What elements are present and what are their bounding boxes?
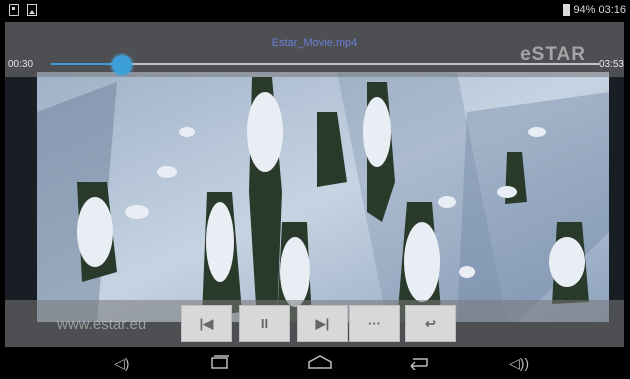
volume-down-icon[interactable]: ◁) bbox=[114, 355, 129, 371]
recent-apps-icon[interactable] bbox=[207, 354, 231, 373]
home-icon[interactable] bbox=[306, 354, 334, 373]
playback-controls: www.estar.eu |◀ II ▶| ··· ↩ bbox=[5, 300, 624, 347]
return-icon: ↩ bbox=[425, 315, 436, 331]
pause-button[interactable]: II bbox=[239, 305, 290, 342]
notification-icons bbox=[9, 4, 37, 16]
more-button[interactable]: ··· bbox=[349, 305, 400, 342]
current-time: 00:30 bbox=[8, 59, 34, 70]
skip-next-icon: ▶| bbox=[315, 315, 330, 331]
battery-level: 94% bbox=[573, 4, 596, 16]
storage-icon bbox=[9, 4, 19, 16]
navigation-bar: ◁) ◁)) bbox=[0, 347, 630, 379]
seek-track[interactable] bbox=[51, 63, 599, 65]
skip-previous-icon: |◀ bbox=[199, 315, 214, 331]
video-frame-image bbox=[37, 72, 609, 322]
back-icon[interactable] bbox=[405, 354, 433, 373]
site-watermark: www.estar.eu bbox=[57, 316, 147, 333]
battery-icon bbox=[563, 4, 571, 16]
image-icon bbox=[27, 4, 37, 16]
status-bar: 94% 03:16 bbox=[0, 0, 630, 22]
pause-icon: II bbox=[260, 316, 269, 331]
seek-overlay: Estar_Movie.mp4 eSTAR 00:30 03:53 bbox=[5, 22, 624, 77]
status-right: 94% 03:16 bbox=[563, 4, 626, 16]
seek-thumb[interactable] bbox=[112, 55, 133, 75]
total-time: 03:53 bbox=[598, 59, 624, 70]
back-button[interactable]: ↩ bbox=[405, 305, 456, 342]
volume-up-icon[interactable]: ◁)) bbox=[509, 355, 529, 371]
next-button[interactable]: ▶| bbox=[297, 305, 348, 342]
clock: 03:16 bbox=[598, 4, 626, 16]
more-icon: ··· bbox=[368, 316, 381, 331]
previous-button[interactable]: |◀ bbox=[181, 305, 232, 342]
